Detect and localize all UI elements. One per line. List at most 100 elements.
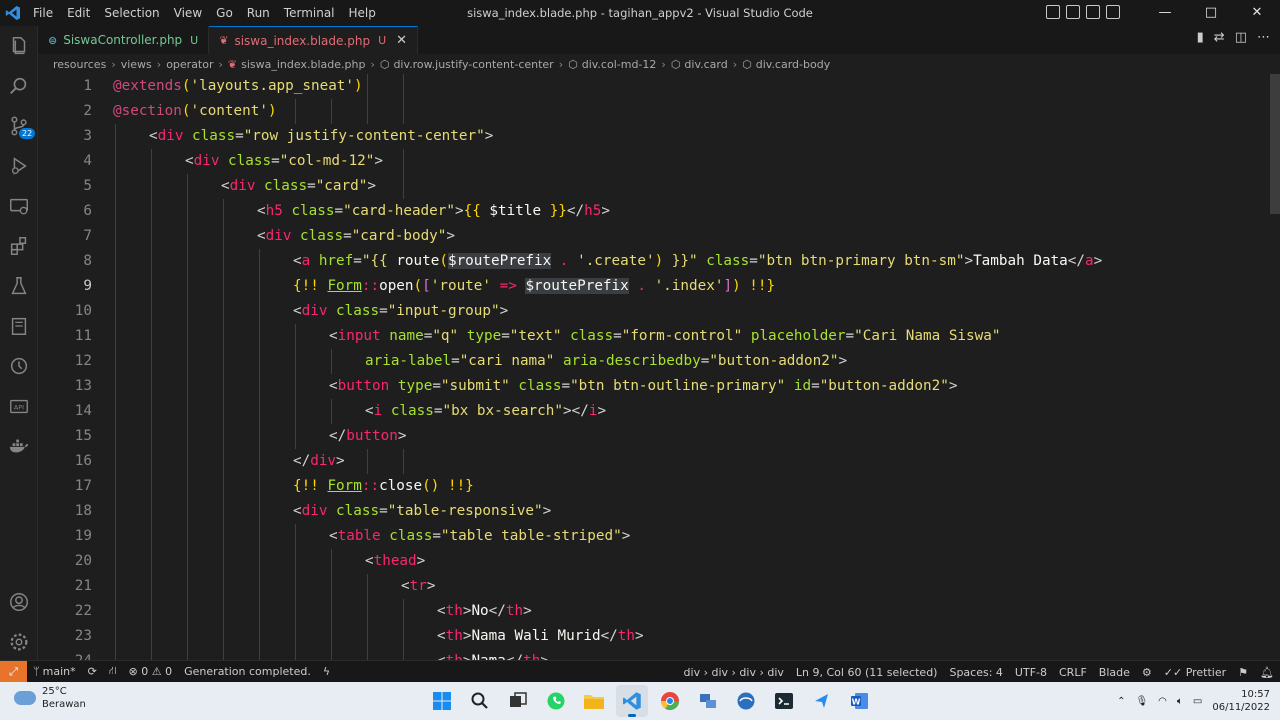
element-path[interactable]: div › div › div › div	[678, 666, 790, 679]
code-line[interactable]: 2 @section('content')	[38, 99, 1268, 124]
code-line[interactable]: 21 <tr>	[38, 574, 1268, 599]
code-line[interactable]: 22 <th>No</th>	[38, 599, 1268, 624]
breadcrumb-item[interactable]: operator	[166, 58, 213, 71]
docker-icon[interactable]	[0, 426, 38, 466]
timeline-icon[interactable]	[0, 346, 38, 386]
tab-siswa-index-blade[interactable]: ❦ siswa_index.blade.php U ✕	[209, 26, 419, 54]
menu-edit[interactable]: Edit	[60, 0, 97, 26]
cursor-position[interactable]: Ln 9, Col 60 (11 selected)	[790, 666, 944, 679]
code-line[interactable]: 3 <div class="row justify-content-center"…	[38, 124, 1268, 149]
encoding[interactable]: UTF-8	[1009, 666, 1053, 679]
taskbar-search-icon[interactable]	[464, 685, 496, 717]
weather-widget[interactable]: 25°C Berawan	[14, 685, 86, 711]
toggle-secondary-sidebar-icon[interactable]	[1086, 5, 1100, 19]
code-line[interactable]: 13 <button type="submit" class="btn btn-o…	[38, 374, 1268, 399]
customize-layout-icon[interactable]	[1106, 5, 1120, 19]
testing-icon[interactable]	[0, 266, 38, 306]
code-line[interactable]: 23 <th>Nama Wali Murid</th>	[38, 624, 1268, 649]
branch-indicator[interactable]: ᛘ main*	[27, 665, 82, 678]
arrow-app-icon[interactable]	[806, 685, 838, 717]
manage-gear-icon[interactable]	[0, 622, 38, 662]
prettier-status[interactable]: ✓✓ Prettier	[1158, 666, 1232, 679]
sync-icon[interactable]: ⟳	[82, 665, 103, 678]
copilot-icon[interactable]: ⚙	[1136, 666, 1158, 679]
menu-selection[interactable]: Selection	[97, 0, 166, 26]
accounts-icon[interactable]	[0, 582, 38, 622]
breadcrumb-item[interactable]: resources	[53, 58, 106, 71]
end-of-line[interactable]: CRLF	[1053, 666, 1093, 679]
breadcrumb-item[interactable]: div.row.justify-content-center	[393, 58, 553, 71]
windows-start-icon[interactable]	[426, 685, 458, 717]
clock[interactable]: 10:57 06/11/2022	[1212, 688, 1270, 714]
volume-icon[interactable]: 🔈︎	[1177, 696, 1183, 707]
whatsapp-icon[interactable]	[540, 685, 572, 717]
task-view-icon[interactable]	[502, 685, 534, 717]
menu-run[interactable]: Run	[240, 0, 277, 26]
code-line[interactable]: 24<th>Nama</th>	[38, 649, 1268, 660]
breadcrumb-item[interactable]: views	[121, 58, 152, 71]
remote-indicator-icon[interactable]: ⤢	[0, 660, 27, 683]
minimize-button[interactable]: —	[1142, 0, 1188, 26]
code-line[interactable]: 16 </div>	[38, 449, 1268, 474]
vscode-taskbar-icon[interactable]	[616, 685, 648, 717]
browser-app-icon[interactable]	[730, 685, 762, 717]
code-line[interactable]: 19 <table class="table table-striped">	[38, 524, 1268, 549]
network-app-icon[interactable]	[692, 685, 724, 717]
code-line[interactable]: 18 <div class="table-responsive">	[38, 499, 1268, 524]
api-icon[interactable]: API	[0, 386, 38, 426]
maximize-button[interactable]: □	[1188, 0, 1234, 26]
explorer-icon[interactable]	[0, 26, 38, 66]
code-line[interactable]: 8 <a href="{{ route($routePrefix . '.crea…	[38, 249, 1268, 274]
breadcrumb-item[interactable]: siswa_index.blade.php	[241, 58, 365, 71]
split-editor-icon[interactable]: ◫	[1235, 30, 1247, 45]
editor-scrollbar[interactable]	[1270, 74, 1280, 660]
toggle-panel-icon[interactable]	[1066, 5, 1080, 19]
toggle-primary-sidebar-icon[interactable]	[1046, 5, 1060, 19]
chevron-up-icon[interactable]: ⌃	[1117, 696, 1125, 707]
microphone-icon[interactable]: 🎙︎	[1135, 696, 1148, 707]
close-window-button[interactable]: ✕	[1234, 0, 1280, 26]
code-line[interactable]: 20 <thead>	[38, 549, 1268, 574]
menu-view[interactable]: View	[167, 0, 209, 26]
code-line[interactable]: 14 <i class="bx bx-search"></i>	[38, 399, 1268, 424]
indentation[interactable]: Spaces: 4	[943, 666, 1008, 679]
bottle-icon[interactable]: ▮	[1197, 30, 1204, 45]
close-tab-icon[interactable]: ✕	[396, 33, 407, 48]
feedback-icon[interactable]: ⚑	[1232, 666, 1254, 679]
menu-terminal[interactable]: Terminal	[277, 0, 342, 26]
code-line[interactable]: 17 {!! Form::close() !!}	[38, 474, 1268, 499]
code-line[interactable]: 15 </button>	[38, 424, 1268, 449]
extensions-icon[interactable]	[0, 226, 38, 266]
battery-icon[interactable]: ▭	[1193, 696, 1202, 707]
breadcrumb-item[interactable]: div.card-body	[756, 58, 830, 71]
code-line[interactable]: 10 <div class="input-group">	[38, 299, 1268, 324]
scrollbar-thumb[interactable]	[1270, 74, 1280, 214]
breadcrumb-item[interactable]: div.col-md-12	[582, 58, 657, 71]
terminal-icon[interactable]	[768, 685, 800, 717]
file-explorer-icon[interactable]	[578, 685, 610, 717]
code-line[interactable]: 4 <div class="col-md-12">	[38, 149, 1268, 174]
wifi-icon[interactable]: ◠	[1158, 696, 1167, 707]
source-control-icon[interactable]: 22	[0, 106, 38, 146]
remote-explorer-icon[interactable]	[0, 186, 38, 226]
code-line[interactable]: 5 <div class="card">	[38, 174, 1268, 199]
problems-indicator[interactable]: ⊗ 0 ⚠ 0	[123, 665, 179, 678]
notebook-icon[interactable]	[0, 306, 38, 346]
breadcrumb-item[interactable]: div.card	[684, 58, 727, 71]
lightning-icon[interactable]: ϟ	[317, 665, 336, 678]
menu-help[interactable]: Help	[342, 0, 383, 26]
code-line[interactable]: 1 @extends('layouts.app_sneat')	[38, 74, 1268, 99]
code-line[interactable]: 12 aria-label="cari nama" aria-describedb…	[38, 349, 1268, 374]
code-editor[interactable]: 1 @extends('layouts.app_sneat') 2 @section(…	[38, 74, 1280, 660]
more-actions-icon[interactable]: ⋯	[1257, 30, 1270, 45]
git-graph-icon[interactable]: ⛙	[103, 664, 123, 679]
menu-file[interactable]: File	[26, 0, 60, 26]
search-icon[interactable]	[0, 66, 38, 106]
code-line[interactable]: 11 <input name="q" type="text" class="for…	[38, 324, 1268, 349]
notifications-bell-icon[interactable]: 🔔︎	[1254, 666, 1280, 679]
word-icon[interactable]: W	[844, 685, 876, 717]
tab-siswa-controller[interactable]: ⊜ SiswaController.php U	[38, 26, 210, 54]
code-line[interactable]: 7 <div class="card-body">	[38, 224, 1268, 249]
menu-go[interactable]: Go	[209, 0, 240, 26]
language-mode[interactable]: Blade	[1093, 666, 1136, 679]
